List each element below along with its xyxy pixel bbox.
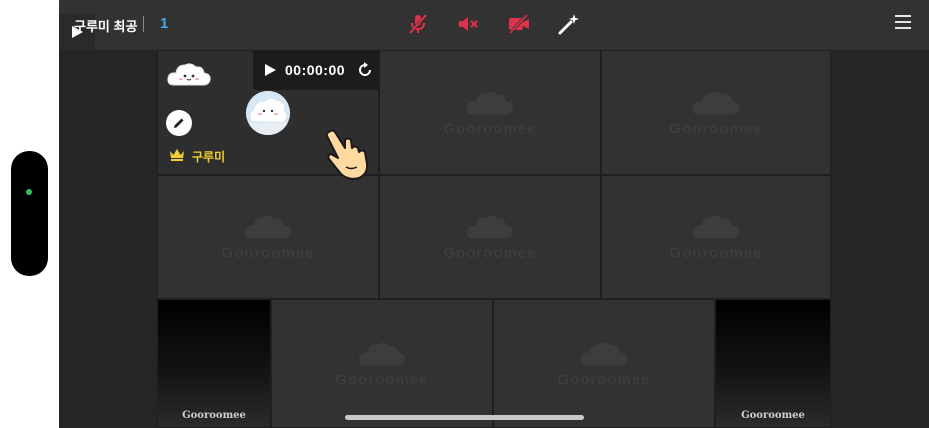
tile-watermark: Gooroomee	[182, 410, 246, 421]
camera-off-icon	[508, 13, 529, 35]
speaker-toggle-button[interactable]	[456, 12, 480, 36]
video-tile[interactable]: Gooroomee	[379, 50, 601, 175]
room-name: 구루미 최공	[74, 19, 138, 34]
cloud-watermark-icon	[692, 215, 740, 239]
cloud-watermark-icon	[358, 342, 406, 365]
gooroomee-cloud-logo	[167, 63, 211, 86]
cloud-watermark-icon	[244, 215, 292, 239]
participant-count: 1	[160, 15, 169, 32]
video-conference-app: 구루미 최공 1 구루미 00:00:00 Gooroomee Gooroome…	[59, 0, 929, 428]
timer-value: 00:00:00	[285, 62, 346, 78]
magic-wand-icon	[558, 14, 579, 35]
camera-toggle-button[interactable]	[507, 12, 531, 36]
reset-icon[interactable]	[357, 62, 373, 78]
recording-timer: 00:00:00	[253, 50, 379, 90]
timer-play-icon[interactable]	[263, 63, 277, 77]
tile-watermark: Gooroomee	[602, 213, 830, 262]
speaker-muted-icon	[459, 17, 478, 31]
crown-icon	[170, 149, 184, 161]
tile-watermark: Gooroomee	[741, 410, 805, 421]
left-gutter	[59, 50, 157, 428]
toolbar-divider	[143, 16, 144, 32]
video-tile-dark[interactable]: Gooroomee	[715, 299, 831, 428]
video-tile[interactable]: Gooroomee	[601, 50, 831, 175]
video-tile[interactable]: Gooroomee	[157, 175, 379, 299]
tile-watermark: Gooroomee	[494, 339, 714, 388]
home-indicator	[345, 415, 584, 420]
effects-button[interactable]	[557, 12, 581, 36]
cloud-watermark-icon	[466, 215, 514, 239]
tile-watermark: Gooroomee	[380, 88, 600, 137]
status-dot	[26, 189, 32, 195]
top-toolbar: 구루미 최공 1	[59, 0, 929, 50]
tile-watermark: Gooroomee	[602, 88, 830, 137]
video-tile-dark[interactable]: Gooroomee	[157, 299, 271, 428]
edit-profile-button[interactable]	[166, 110, 192, 136]
cloud-watermark-icon	[692, 91, 740, 114]
pencil-icon	[174, 118, 184, 128]
right-gutter	[831, 50, 929, 428]
tile-watermark: Gooroomee	[380, 213, 600, 262]
tile-watermark: Gooroomee	[158, 213, 378, 262]
menu-button[interactable]	[895, 15, 911, 29]
video-tile[interactable]: Gooroomee	[271, 299, 493, 428]
mic-off-icon	[408, 14, 428, 34]
pointing-hand-icon	[325, 129, 369, 180]
host-name-label: 구루미	[192, 150, 226, 164]
video-tile[interactable]: Gooroomee	[601, 175, 831, 299]
cloud-watermark-icon	[580, 342, 628, 365]
tile-watermark: Gooroomee	[272, 339, 492, 388]
cloud-watermark-icon	[466, 91, 514, 114]
video-tile[interactable]: Gooroomee	[379, 175, 601, 299]
video-tile[interactable]: Gooroomee	[493, 299, 715, 428]
side-status-pill	[11, 151, 48, 276]
host-avatar	[246, 91, 290, 135]
mic-toggle-button[interactable]	[406, 12, 430, 36]
